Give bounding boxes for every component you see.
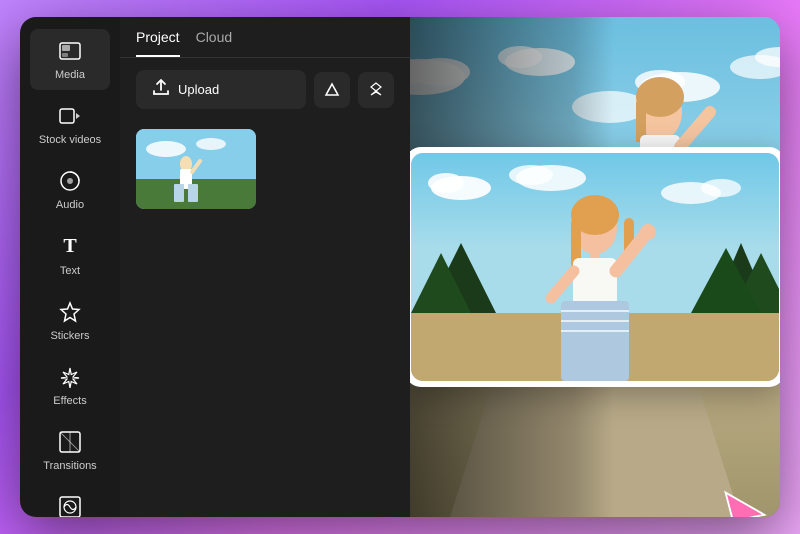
tab-project[interactable]: Project [136, 29, 180, 57]
text-icon: T [56, 233, 84, 261]
upload-button[interactable]: Upload [136, 70, 306, 109]
floating-card-inner [411, 153, 779, 381]
sidebar-item-stock-label: Stock videos [39, 134, 101, 147]
preview-area [410, 17, 780, 517]
audio-icon [56, 167, 84, 195]
media-thumbnail[interactable] [136, 129, 256, 209]
upload-icon [152, 78, 170, 101]
sidebar: Media Stock videos Audio T [20, 17, 120, 517]
media-icon [56, 37, 84, 65]
sidebar-item-audio-label: Audio [56, 199, 84, 212]
tab-cloud[interactable]: Cloud [196, 29, 233, 57]
sidebar-item-media-label: Media [55, 69, 85, 82]
upload-label: Upload [178, 82, 219, 97]
app-container: Media Stock videos Audio T [20, 17, 780, 517]
sidebar-item-stickers[interactable]: Stickers [30, 290, 110, 351]
media-panel: Project Cloud Upload [120, 17, 410, 517]
sidebar-item-transitions-label: Transitions [43, 460, 96, 473]
sidebar-item-stock-videos[interactable]: Stock videos [30, 94, 110, 155]
sidebar-item-transitions[interactable]: Transitions [30, 420, 110, 481]
floating-card [410, 147, 780, 387]
sidebar-item-audio[interactable]: Audio [30, 159, 110, 220]
effects-icon [56, 363, 84, 391]
sidebar-item-media[interactable]: Media [30, 29, 110, 90]
upload-section: Upload [120, 58, 410, 121]
google-drive-button[interactable] [314, 72, 350, 108]
media-grid [120, 121, 410, 217]
dropbox-button[interactable] [358, 72, 394, 108]
sidebar-item-effects[interactable]: Effects [30, 355, 110, 416]
sidebar-item-text-label: Text [60, 265, 80, 278]
media-tabs: Project Cloud [120, 17, 410, 58]
sidebar-item-stickers-label: Stickers [50, 330, 89, 343]
sidebar-item-text[interactable]: T Text [30, 225, 110, 286]
sidebar-item-filters[interactable]: Filters [30, 485, 110, 517]
filters-icon [56, 493, 84, 517]
stock-videos-icon [56, 102, 84, 130]
stickers-icon [56, 298, 84, 326]
main-panel: Project Cloud Upload [120, 17, 780, 517]
thumbnail-image [136, 129, 256, 209]
sidebar-item-effects-label: Effects [53, 395, 86, 408]
transitions-icon [56, 428, 84, 456]
